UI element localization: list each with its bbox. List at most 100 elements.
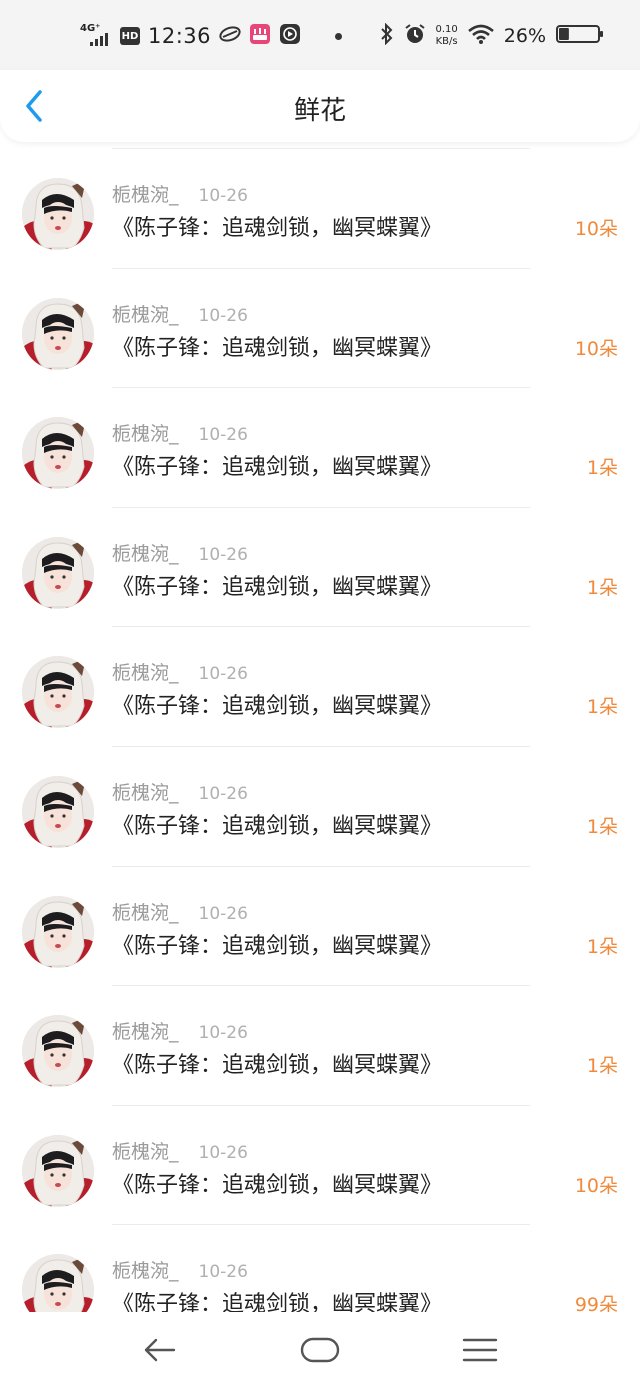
status-left: 4G⁺ HD 12:36 [80,20,343,52]
list-item[interactable]: 栀槐涴_ 10-26 《陈子锋：追魂剑锁，幽冥蝶翼》 10朵 [0,148,640,268]
username: 栀槐涴_ [112,901,179,924]
item-meta: 栀槐涴_ 10-26 [112,778,248,805]
flower-count: 1朵 [586,696,618,719]
avatar[interactable] [22,1015,94,1088]
username: 栀槐涴_ [112,1021,179,1044]
username: 栀槐涴_ [112,781,179,804]
bluetooth-icon [380,22,394,49]
list-item[interactable]: 栀槐涴_ 10-26 《陈子锋：追魂剑锁，幽冥蝶翼》 1朵 [0,745,640,866]
divider [112,1104,530,1106]
date: 10-26 [198,425,248,446]
username: 栀槐涴_ [112,542,179,565]
wifi-icon [467,24,494,48]
divider [112,745,530,747]
date: 10-26 [198,544,248,565]
battery-percent: 26% [503,25,546,47]
username: 栀槐涴_ [112,1140,179,1163]
divider [112,985,530,987]
battery-icon [556,24,604,48]
date: 10-26 [198,903,248,924]
list-item[interactable]: 栀槐涴_ 10-26 《陈子锋：追魂剑锁，幽冥蝶翼》 1朵 [0,985,640,1105]
system-nav-bar [0,1312,640,1387]
divider [112,267,530,269]
net-speed: 0.10 KB/s [435,24,458,47]
status-right: 0.10 KB/s 26% [380,20,605,52]
book-title[interactable]: 《陈子锋：追魂剑锁，幽冥蝶翼》 [112,569,442,601]
date: 10-26 [198,664,248,685]
hd-icon: HD [120,27,140,45]
username: 栀槐涴_ [112,184,179,206]
alarm-icon [404,23,426,49]
username: 栀槐涴_ [112,1260,179,1283]
page-title: 鲜花 [293,96,346,126]
flower-count: 10朵 [574,218,618,240]
divider [112,865,530,867]
list-item[interactable]: 栀槐涴_ 10-26 《陈子锋：追魂剑锁，幽冥蝶翼》 1朵 [0,387,640,507]
list-item[interactable]: 栀槐涴_ 10-26 《陈子锋：追魂剑锁，幽冥蝶翼》 10朵 [0,267,640,388]
flower-count: 10朵 [574,1174,618,1197]
date: 10-26 [198,1142,248,1163]
status-time: 12:36 [148,24,212,48]
list-item[interactable]: 栀槐涴_ 10-26 《陈子锋：追魂剑锁，幽冥蝶翼》 1朵 [0,865,640,986]
nav-back-button[interactable] [138,1330,182,1370]
flower-count: 1朵 [586,1055,618,1078]
list-item[interactable]: 栀槐涴_ 10-26 《陈子锋：追魂剑锁，幽冥蝶翼》 1朵 [0,626,640,746]
item-meta: 栀槐涴_ 10-26 [112,419,248,446]
item-meta: 栀槐涴_ 10-26 [112,1137,248,1164]
nav-menu-button[interactable] [458,1330,502,1370]
notification-dot [335,32,343,40]
avatar[interactable] [22,656,94,729]
date: 10-26 [198,305,248,326]
avatar[interactable] [22,895,94,968]
nav-home-button[interactable] [298,1330,342,1370]
item-meta: 栀槐涴_ 10-26 [112,898,248,925]
item-meta: 栀槐涴_ 10-26 [112,300,248,327]
divider [112,506,530,508]
username: 栀槐涴_ [112,423,179,446]
divider [112,148,530,149]
avatar[interactable] [22,1134,94,1207]
item-meta: 栀槐涴_ 10-26 [112,658,248,685]
record-icon [279,23,301,49]
avatar[interactable] [22,417,94,490]
date: 10-26 [198,1023,248,1044]
item-meta: 栀槐涴_ 10-26 [112,1017,248,1044]
book-title[interactable]: 《陈子锋：追魂剑锁，幽冥蝶翼》 [112,928,442,960]
date: 10-26 [198,783,248,804]
avatar[interactable] [22,775,94,848]
avatar[interactable] [22,297,94,370]
gift-list: 栀槐涴_ 10-26 《陈子锋：追魂剑锁，幽冥蝶翼》 10朵 栀槐涴_ 10-2… [0,148,640,1344]
list-item[interactable]: 栀槐涴_ 10-26 《陈子锋：追魂剑锁，幽冥蝶翼》 10朵 [0,1104,640,1225]
divider [112,1224,530,1226]
date: 10-26 [198,1262,248,1283]
app-icon [249,23,271,49]
flower-count: 1朵 [586,576,618,599]
signal-icon: 4G⁺ [80,24,112,48]
username: 栀槐涴_ [112,303,179,326]
app-icon [219,25,241,47]
book-title[interactable]: 《陈子锋：追魂剑锁，幽冥蝶翼》 [112,1047,442,1079]
status-bar: 4G⁺ HD 12:36 0.10 KB/s 26% [0,0,640,70]
flower-count: 1朵 [586,815,618,838]
menu-icon [458,1338,502,1374]
avatar[interactable] [22,536,94,609]
list-item[interactable]: 栀槐涴_ 10-26 《陈子锋：追魂剑锁，幽冥蝶翼》 1朵 [0,506,640,627]
divider [112,626,530,628]
book-title[interactable]: 《陈子锋：追魂剑锁，幽冥蝶翼》 [112,210,442,242]
item-meta: 栀槐涴_ 10-26 [112,180,248,207]
flower-count: 1朵 [586,935,618,958]
book-title[interactable]: 《陈子锋：追魂剑锁，幽冥蝶翼》 [112,330,442,362]
book-title[interactable]: 《陈子锋：追魂剑锁，幽冥蝶翼》 [112,449,442,481]
avatar[interactable] [22,178,94,250]
flower-count: 1朵 [586,457,618,480]
flower-count: 10朵 [574,337,618,360]
app-header: 鲜花 [0,70,640,142]
book-title[interactable]: 《陈子锋：追魂剑锁，幽冥蝶翼》 [112,688,442,720]
item-meta: 栀槐涴_ 10-26 [112,539,248,566]
book-title[interactable]: 《陈子锋：追魂剑锁，幽冥蝶翼》 [112,808,442,840]
book-title[interactable]: 《陈子锋：追魂剑锁，幽冥蝶翼》 [112,1167,442,1199]
screen: 4G⁺ HD 12:36 0.10 KB/s 26% 鲜花 栀槐涴_ 10-26… [0,0,640,1387]
back-arrow-icon [138,1338,182,1374]
item-meta: 栀槐涴_ 10-26 [112,1256,248,1283]
home-icon [298,1337,342,1374]
